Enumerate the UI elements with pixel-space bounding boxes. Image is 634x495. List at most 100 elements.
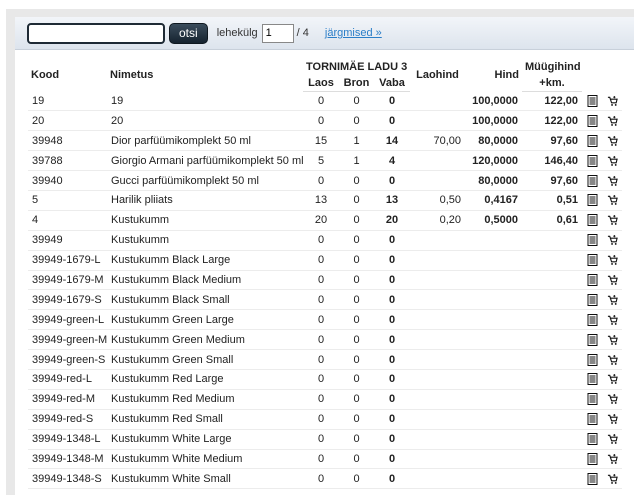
cell-cost [410, 409, 465, 430]
document-icon[interactable] [587, 373, 598, 386]
table-row[interactable]: 39949-green-L Kustukumm Green Large 0 0 … [28, 309, 622, 331]
add-to-cart-icon[interactable] [607, 155, 618, 167]
cell-bron: 0 [339, 349, 374, 370]
table-row[interactable]: 39949-green-S Kustukumm Green Small 0 0 … [28, 349, 622, 370]
cell-sale-price [522, 289, 582, 311]
cell-sale-price: 122,00 [522, 91, 582, 112]
table-row[interactable]: 39949-1348-S Kustukumm White Small 0 0 0 [28, 468, 622, 490]
add-to-cart-icon[interactable] [607, 95, 618, 107]
document-icon[interactable] [587, 353, 598, 366]
search-button[interactable]: otsi [169, 22, 208, 44]
document-icon[interactable] [587, 413, 598, 426]
table-row[interactable]: 4 Kustukumm 20 0 20 0,20 0,5000 0,61 [28, 210, 622, 231]
table-row[interactable]: 39949-1348-M Kustukumm White Medium 0 0 … [28, 449, 622, 470]
table-row[interactable]: 39949-red-M Kustukumm Red Medium 0 0 0 [28, 389, 622, 410]
add-to-cart-icon[interactable] [607, 135, 618, 147]
document-icon[interactable] [587, 114, 598, 127]
cell-cost [410, 468, 465, 490]
table-row[interactable]: 20 20 0 0 0 100,0000 122,00 [28, 110, 622, 132]
document-icon[interactable] [587, 274, 598, 286]
cell-sale-price [522, 468, 582, 490]
document-icon[interactable] [587, 293, 598, 306]
table-row[interactable]: 39949-1348-L Kustukumm White Large 0 0 0 [28, 429, 622, 450]
table-row[interactable]: 39788 Giorgio Armani parfüümikomplekt 50… [28, 150, 622, 172]
add-to-cart-icon[interactable] [607, 175, 618, 187]
cell-sale-price [522, 349, 582, 370]
table-row[interactable]: 39948 Dior parfüümikomplekt 50 ml 15 1 1… [28, 130, 622, 152]
add-to-cart-icon[interactable] [607, 234, 618, 246]
cell-sale-price: 122,00 [522, 110, 582, 132]
cell-cost [410, 230, 465, 251]
document-icon[interactable] [587, 313, 598, 326]
cell-code: 39949-green-L [28, 309, 107, 331]
document-icon[interactable] [587, 134, 598, 147]
add-to-cart-icon[interactable] [607, 194, 618, 206]
document-icon[interactable] [587, 234, 598, 247]
document-icon[interactable] [587, 194, 598, 207]
document-icon[interactable] [587, 254, 598, 267]
cell-cost [410, 91, 465, 112]
cell-bron: 0 [339, 369, 374, 390]
page-number-input[interactable] [261, 23, 294, 43]
column-header-laos[interactable]: Laos [303, 75, 339, 92]
table-row[interactable]: 19 19 0 0 0 100,0000 122,00 [28, 91, 622, 112]
add-to-cart-icon[interactable] [607, 354, 618, 366]
cell-bron: 0 [339, 289, 374, 311]
cell-laos: 0 [303, 91, 339, 112]
cell-sale-price: 0,61 [522, 210, 582, 231]
column-header-vaba[interactable]: Vaba [374, 75, 410, 92]
document-icon[interactable] [587, 214, 598, 227]
cell-vaba: 20 [374, 210, 410, 231]
cell-price [465, 468, 522, 490]
cell-bron: 0 [339, 190, 374, 211]
column-header-price[interactable]: Hind [465, 58, 522, 91]
add-to-cart-icon[interactable] [607, 413, 618, 425]
cell-vaba: 0 [374, 250, 410, 271]
table-row[interactable]: 39949-red-S Kustukumm Red Small 0 0 0 [28, 409, 622, 430]
column-header-sale-price[interactable]: Müügihind [522, 58, 582, 75]
document-icon[interactable] [587, 94, 598, 107]
document-icon[interactable] [587, 154, 598, 167]
cell-laos: 0 [303, 309, 339, 331]
cell-name: 20 [107, 110, 303, 132]
table-row[interactable]: 5 Harilik pliiats 13 0 13 0,50 0,4167 0,… [28, 190, 622, 211]
search-input[interactable] [27, 22, 165, 44]
add-to-cart-icon[interactable] [607, 254, 618, 266]
cell-code: 5 [28, 190, 107, 211]
add-to-cart-icon[interactable] [607, 334, 618, 346]
column-header-name[interactable]: Nimetus [107, 58, 303, 91]
table-row[interactable]: 39949-1679-M Kustukumm Black Medium 0 0 … [28, 270, 622, 291]
cell-sale-price [522, 230, 582, 251]
document-icon[interactable] [587, 472, 598, 485]
document-icon[interactable] [587, 333, 598, 346]
cell-vaba: 0 [374, 329, 410, 351]
add-to-cart-icon[interactable] [607, 274, 618, 286]
document-icon[interactable] [587, 393, 598, 406]
table-row[interactable]: 39949-1679-L Kustukumm Black Large 0 0 0 [28, 250, 622, 271]
add-to-cart-icon[interactable] [607, 214, 618, 226]
add-to-cart-icon[interactable] [607, 453, 618, 465]
add-to-cart-icon[interactable] [607, 115, 618, 127]
document-icon[interactable] [587, 174, 598, 187]
table-row[interactable]: 39949-green-M Kustukumm Green Medium 0 0… [28, 329, 622, 351]
next-page-link[interactable]: järgmised » [325, 27, 382, 39]
column-header-bron[interactable]: Bron [339, 75, 374, 92]
cell-laos: 13 [303, 190, 339, 211]
add-to-cart-icon[interactable] [607, 373, 618, 385]
table-row[interactable]: 39949 Kustukumm 0 0 0 [28, 230, 622, 251]
table-row[interactable]: 39940 Gucci parfüümikomplekt 50 ml 0 0 0… [28, 170, 622, 191]
add-to-cart-icon[interactable] [607, 314, 618, 326]
cell-name: Giorgio Armani parfüümikomplekt 50 ml [107, 150, 303, 172]
add-to-cart-icon[interactable] [607, 473, 618, 485]
column-header-code[interactable]: Kood [28, 58, 107, 91]
cell-vaba: 0 [374, 91, 410, 112]
add-to-cart-icon[interactable] [607, 294, 618, 306]
column-header-cost[interactable]: Laohind [410, 58, 465, 91]
table-row[interactable]: 39949-red-L Kustukumm Red Large 0 0 0 [28, 369, 622, 390]
document-icon[interactable] [587, 433, 598, 446]
cell-vaba: 0 [374, 170, 410, 191]
table-row[interactable]: 39949-1679-S Kustukumm Black Small 0 0 0 [28, 289, 622, 311]
document-icon[interactable] [587, 453, 598, 466]
add-to-cart-icon[interactable] [607, 393, 618, 405]
add-to-cart-icon[interactable] [607, 433, 618, 445]
